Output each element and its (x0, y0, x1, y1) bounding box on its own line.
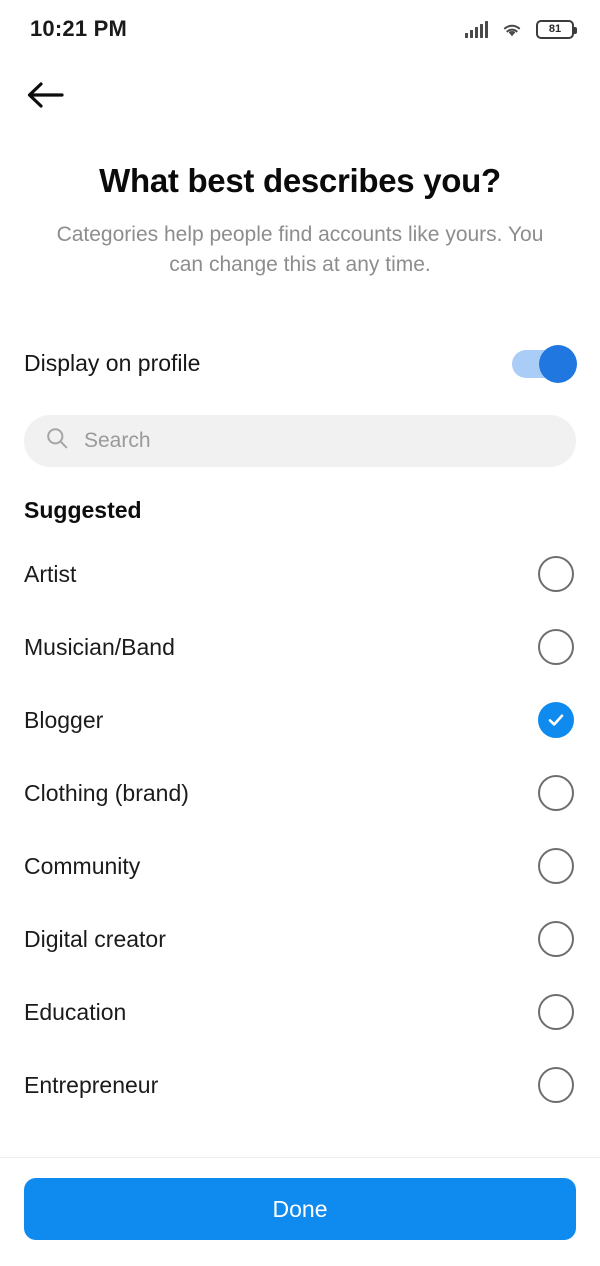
suggested-section-title: Suggested (24, 496, 142, 523)
display-on-profile-toggle[interactable] (512, 344, 577, 383)
page-title: What best describes you? (99, 162, 501, 199)
status-bar: 10:21 PM 81 (0, 0, 600, 58)
category-row[interactable]: Education (0, 976, 600, 1049)
radio-unselected-icon[interactable] (538, 848, 574, 885)
back-arrow-icon (26, 80, 64, 113)
category-row[interactable]: Clothing (brand) (0, 757, 600, 830)
category-list-area: Suggested Artist Musician/Band Blogger Clot… (0, 467, 600, 1157)
wifi-icon (501, 21, 523, 38)
page-subtitle: Categories help people find accounts lik… (56, 222, 544, 277)
footer: Done (0, 1157, 600, 1266)
category-row[interactable]: Artist (0, 538, 600, 611)
done-button[interactable]: Done (24, 1178, 576, 1240)
battery-level: 81 (548, 22, 562, 35)
radio-unselected-icon[interactable] (538, 921, 574, 958)
category-row[interactable]: Entrepreneur (0, 1049, 600, 1122)
header: What best describes you? Categories help… (0, 134, 600, 281)
radio-unselected-icon[interactable] (538, 775, 574, 812)
category-row[interactable]: Digital creator (0, 903, 600, 976)
navigation-bar (0, 58, 600, 134)
category-row[interactable]: Community (0, 830, 600, 903)
radio-unselected-icon[interactable] (538, 629, 574, 666)
search-input[interactable]: Search (24, 414, 576, 467)
category-row[interactable]: Blogger (0, 684, 600, 757)
category-label: Education (24, 998, 127, 1025)
category-label: Digital creator (24, 925, 166, 952)
display-on-profile-row[interactable]: Display on profile (0, 339, 600, 389)
radio-unselected-icon[interactable] (538, 994, 574, 1031)
category-label: Clothing (brand) (24, 779, 189, 806)
search-placeholder: Search (84, 428, 151, 452)
search-icon (46, 427, 68, 454)
category-label: Musician/Band (24, 633, 175, 660)
battery-icon: 81 (536, 19, 577, 39)
category-row[interactable]: Musician/Band (0, 611, 600, 684)
category-selection-screen: 10:21 PM 81 What best describes you? Cat… (0, 0, 600, 1266)
search-section: Search (0, 389, 600, 467)
radio-unselected-icon[interactable] (538, 556, 574, 593)
category-label: Entrepreneur (24, 1071, 159, 1098)
toggle-thumb (539, 344, 577, 383)
status-time: 10:21 PM (30, 16, 127, 41)
radio-unselected-icon[interactable] (538, 1067, 574, 1104)
category-list: Artist Musician/Band Blogger Clothing (bran… (0, 524, 600, 1122)
status-icons: 81 (465, 19, 577, 39)
category-label: Community (24, 852, 141, 879)
category-label: Artist (24, 560, 77, 587)
category-label: Blogger (24, 706, 104, 733)
back-button[interactable] (22, 73, 68, 119)
radio-selected-icon[interactable] (538, 702, 574, 739)
signal-bars-icon (465, 20, 488, 38)
display-on-profile-label: Display on profile (24, 350, 201, 377)
